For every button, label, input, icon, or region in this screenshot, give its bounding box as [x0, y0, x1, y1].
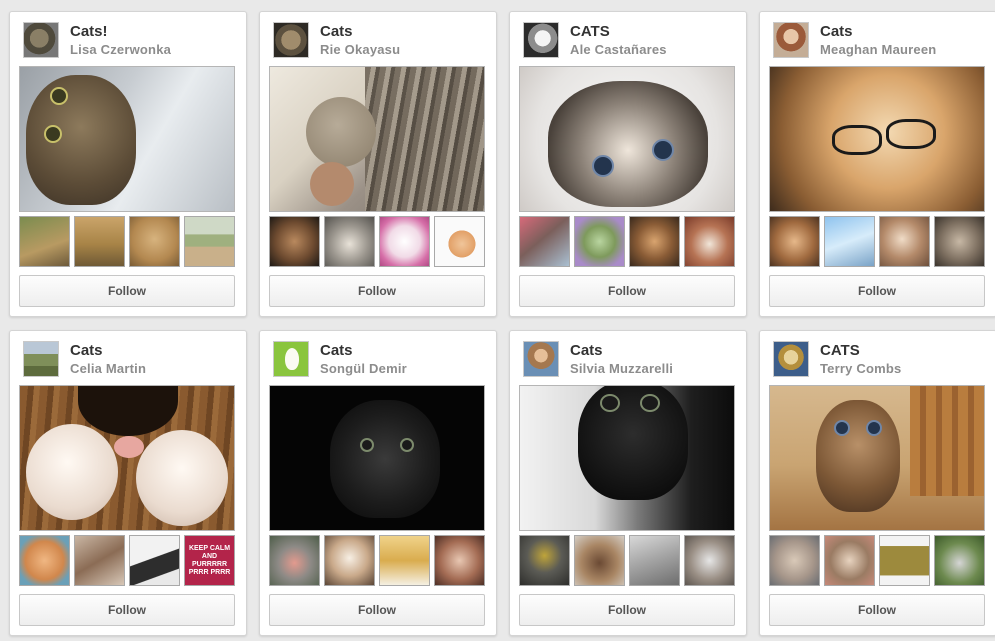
board-owner[interactable]: Ale Castañares: [570, 42, 667, 57]
pin-thumbnail[interactable]: [379, 535, 430, 586]
board-cover-image[interactable]: [19, 385, 235, 531]
board-card[interactable]: Cats! Lisa Czerwonka Follow: [9, 11, 247, 317]
pin-thumbnail[interactable]: [434, 216, 485, 267]
follow-button[interactable]: Follow: [519, 275, 735, 307]
board-title[interactable]: Cats!: [70, 23, 108, 40]
avatar[interactable]: [773, 22, 809, 58]
board-card[interactable]: Cats Rie Okayasu Follow: [259, 11, 497, 317]
board-cover-image[interactable]: [519, 66, 735, 212]
follow-button[interactable]: Follow: [19, 594, 235, 626]
pin-thumbnail[interactable]: [324, 216, 375, 267]
board-title[interactable]: CATS: [570, 23, 610, 40]
pin-thumbnail[interactable]: [934, 216, 985, 267]
avatar[interactable]: [773, 341, 809, 377]
board-card[interactable]: Cats Celia Martin KEEP CALM AND PURRRRR …: [9, 330, 247, 636]
pin-thumbnail[interactable]: [519, 535, 570, 586]
board-owner[interactable]: Silvia Muzzarelli: [570, 361, 673, 376]
board-cover-image[interactable]: [269, 66, 485, 212]
board-card[interactable]: Cats Meaghan Maureen Follow: [759, 11, 995, 317]
pin-thumbnail[interactable]: KEEP CALM AND PURRRRR PRRR PRRR: [184, 535, 235, 586]
board-title[interactable]: Cats: [570, 342, 603, 359]
pin-thumbnail[interactable]: [629, 535, 680, 586]
board-title[interactable]: Cats: [70, 342, 103, 359]
pin-thumbnail[interactable]: [519, 216, 570, 267]
pin-thumbnail[interactable]: [879, 216, 930, 267]
pin-thumbnail[interactable]: [184, 216, 235, 267]
board-title[interactable]: Cats: [320, 23, 353, 40]
board-title[interactable]: Cats: [320, 342, 353, 359]
pin-thumbnail[interactable]: [824, 216, 875, 267]
board-title[interactable]: CATS: [820, 342, 860, 359]
pin-thumbnail[interactable]: [769, 216, 820, 267]
board-cover-image[interactable]: [19, 66, 235, 212]
board-thumbnails: KEEP CALM AND PURRRRR PRRR PRRR: [19, 535, 237, 586]
pin-thumbnail[interactable]: [574, 535, 625, 586]
pin-thumbnail[interactable]: [19, 535, 70, 586]
pin-thumbnail[interactable]: [19, 216, 70, 267]
pin-thumbnail[interactable]: [769, 535, 820, 586]
board-owner[interactable]: Lisa Czerwonka: [70, 42, 171, 57]
board-card[interactable]: Cats Songül Demir Follow: [259, 330, 497, 636]
board-cover-image[interactable]: [519, 385, 735, 531]
board-cover-image[interactable]: [769, 385, 985, 531]
avatar[interactable]: [273, 22, 309, 58]
board-cover-image[interactable]: [769, 66, 985, 212]
board-owner[interactable]: Songül Demir: [320, 361, 407, 376]
board-grid: Cats! Lisa Czerwonka Follow Cats Rie Oka…: [0, 0, 995, 641]
pin-thumbnail[interactable]: [879, 535, 930, 586]
pin-thumbnail[interactable]: [269, 216, 320, 267]
pin-thumbnail[interactable]: [934, 535, 985, 586]
board-owner[interactable]: Celia Martin: [70, 361, 146, 376]
board-thumbnails: [769, 216, 987, 267]
pin-thumbnail[interactable]: [684, 216, 735, 267]
pin-thumbnail[interactable]: [379, 216, 430, 267]
avatar[interactable]: [273, 341, 309, 377]
board-title[interactable]: Cats: [820, 23, 853, 40]
pin-thumbnail[interactable]: [684, 535, 735, 586]
board-owner[interactable]: Terry Combs: [820, 361, 901, 376]
board-thumbnails: [19, 216, 237, 267]
board-owner[interactable]: Rie Okayasu: [320, 42, 400, 57]
avatar[interactable]: [23, 22, 59, 58]
board-cover-image[interactable]: [269, 385, 485, 531]
avatar[interactable]: [523, 22, 559, 58]
pin-thumbnail[interactable]: [324, 535, 375, 586]
pin-thumbnail[interactable]: [74, 535, 125, 586]
board-thumbnails: [519, 216, 737, 267]
board-owner[interactable]: Meaghan Maureen: [820, 42, 936, 57]
board-thumbnails: [269, 535, 487, 586]
avatar[interactable]: [23, 341, 59, 377]
follow-button[interactable]: Follow: [769, 275, 985, 307]
pin-thumbnail[interactable]: [74, 216, 125, 267]
follow-button[interactable]: Follow: [519, 594, 735, 626]
follow-button[interactable]: Follow: [269, 594, 485, 626]
follow-button[interactable]: Follow: [269, 275, 485, 307]
pin-thumbnail[interactable]: [129, 216, 180, 267]
pin-thumbnail[interactable]: [629, 216, 680, 267]
pin-thumbnail[interactable]: [824, 535, 875, 586]
board-card[interactable]: CATS Ale Castañares Follow: [509, 11, 747, 317]
board-thumbnails: [519, 535, 737, 586]
follow-button[interactable]: Follow: [769, 594, 985, 626]
pin-thumbnail[interactable]: [129, 535, 180, 586]
board-thumbnails: [269, 216, 487, 267]
pin-thumbnail[interactable]: [269, 535, 320, 586]
board-card[interactable]: CATS Terry Combs Follow: [759, 330, 995, 636]
board-thumbnails: [769, 535, 987, 586]
pin-thumbnail[interactable]: [434, 535, 485, 586]
keep-calm-text: KEEP CALM AND PURRRRR PRRR PRRR: [188, 545, 231, 576]
follow-button[interactable]: Follow: [19, 275, 235, 307]
board-card[interactable]: Cats Silvia Muzzarelli Follow: [509, 330, 747, 636]
pin-thumbnail[interactable]: [574, 216, 625, 267]
avatar[interactable]: [523, 341, 559, 377]
